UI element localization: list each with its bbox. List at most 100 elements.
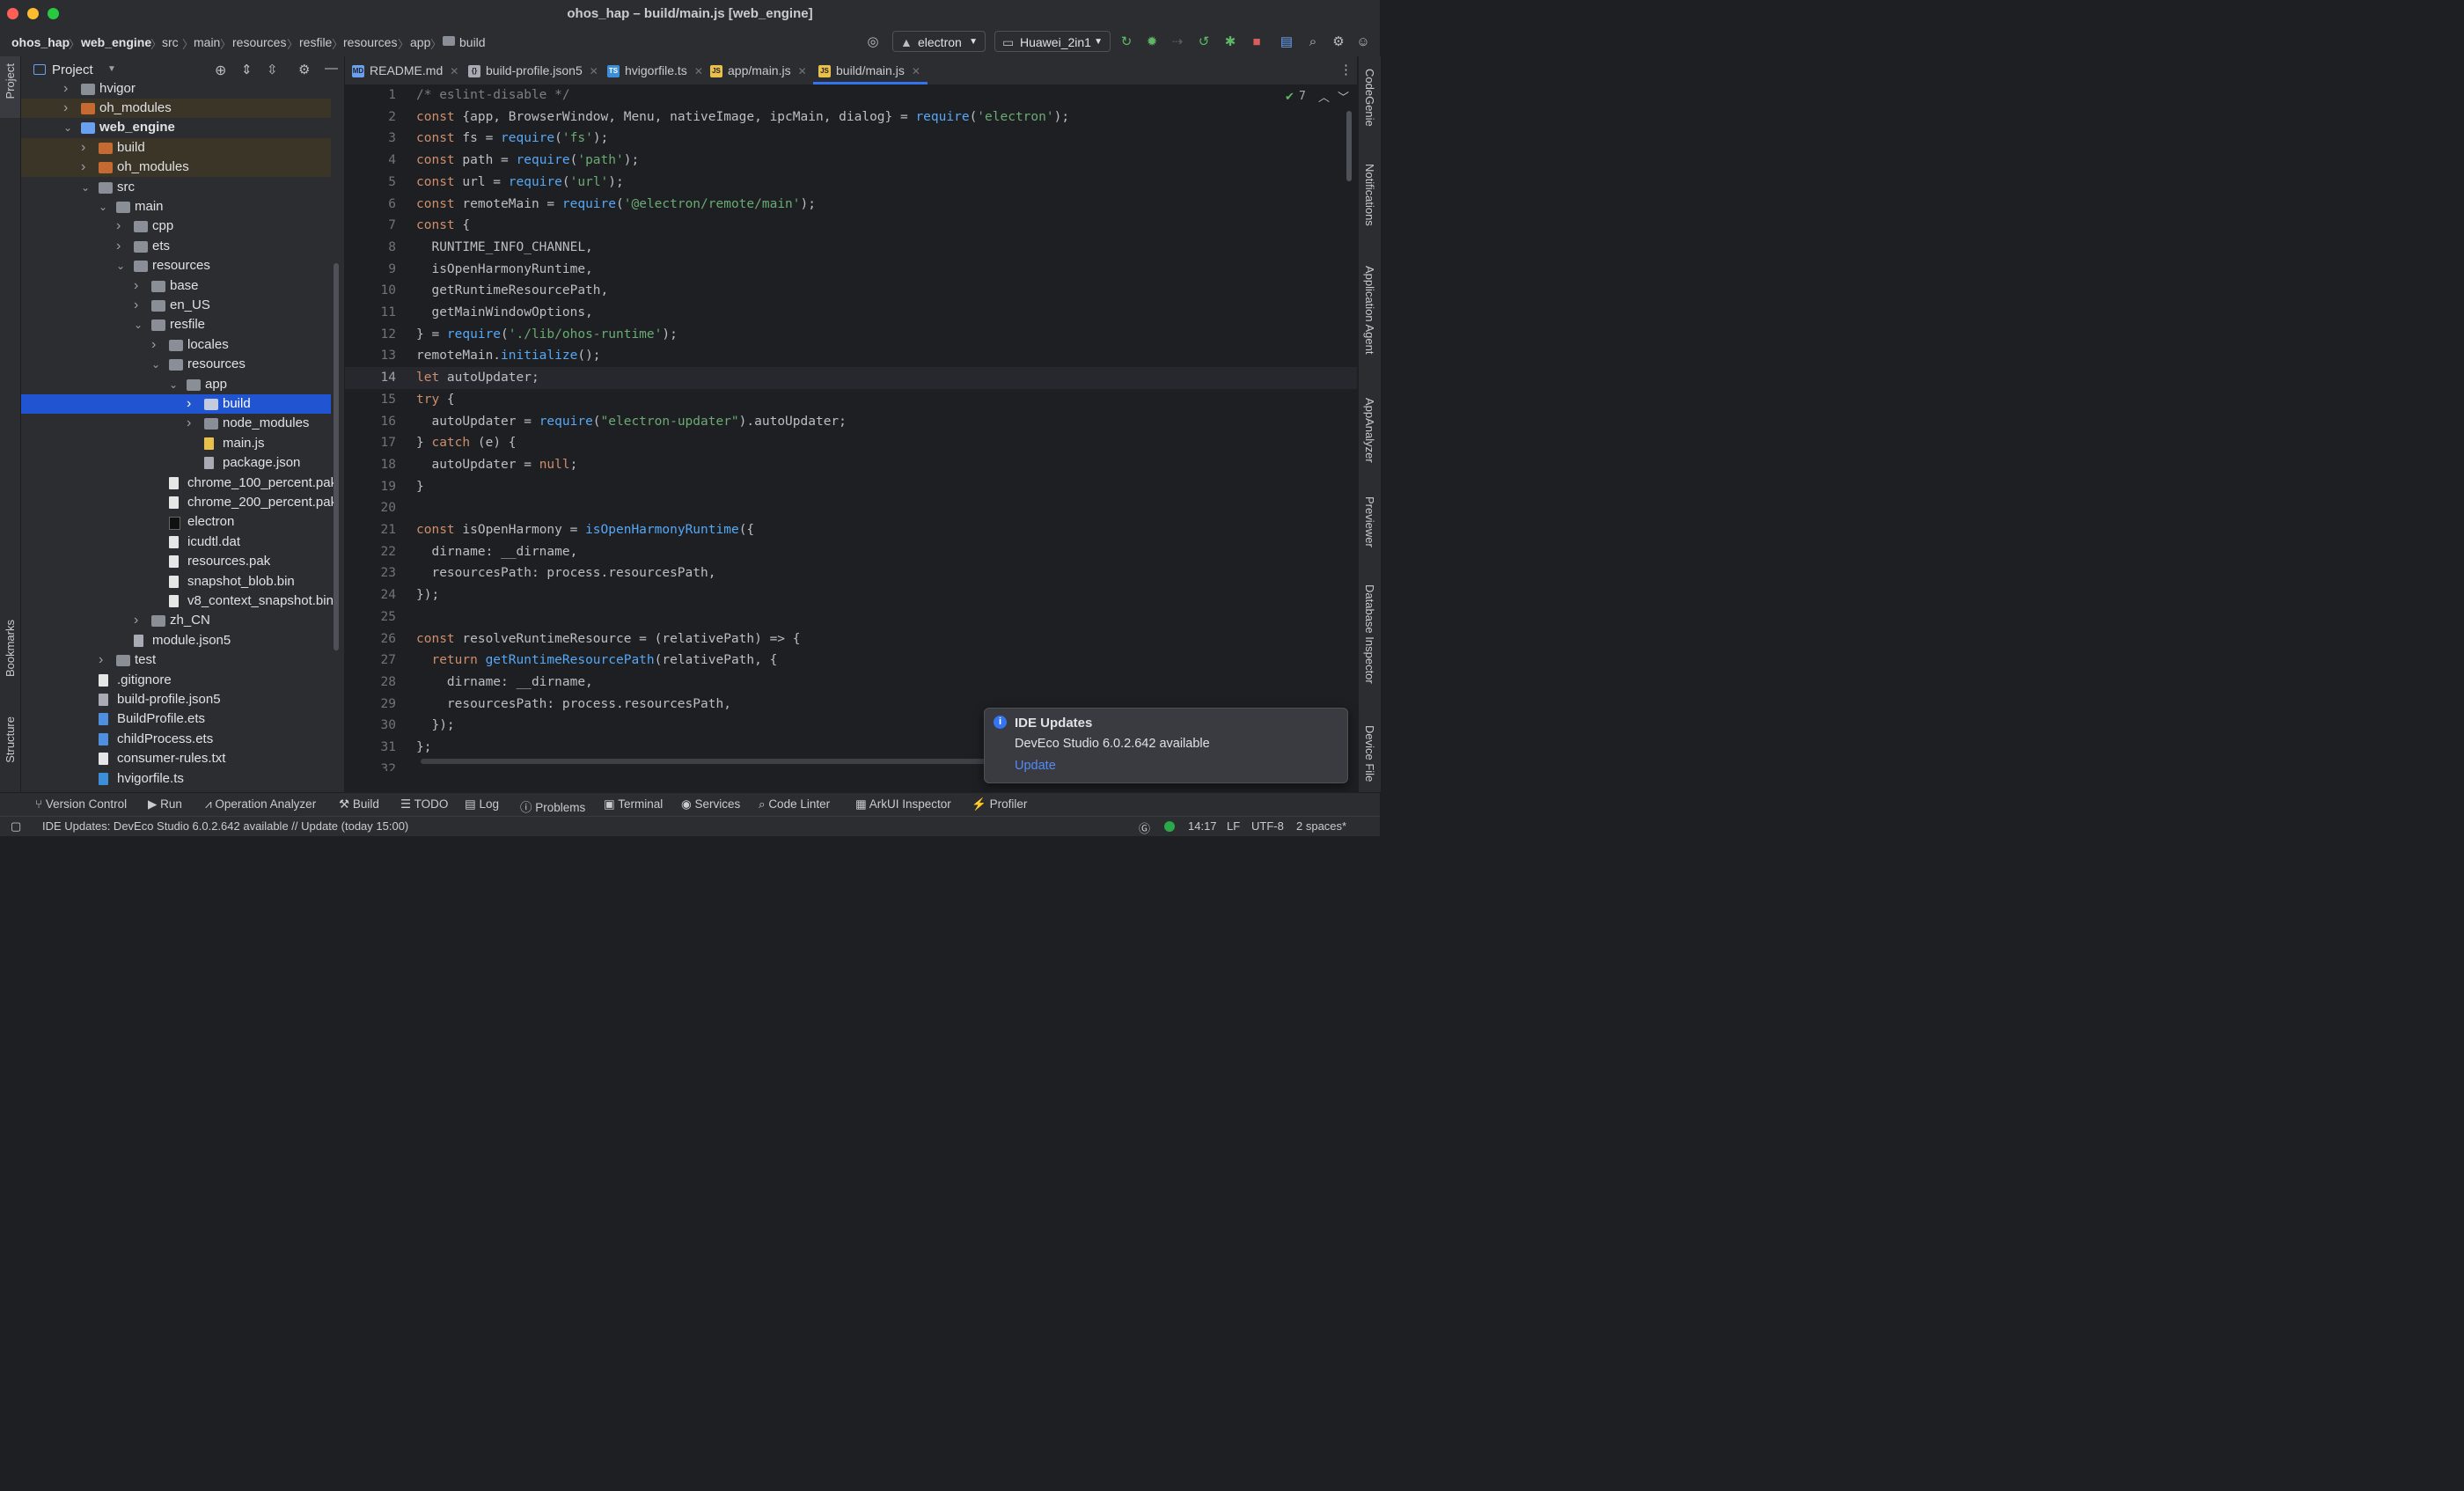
tool-problems[interactable]: ⓘ Problems: [520, 797, 585, 815]
tree-item[interactable]: ⌄ main: [21, 197, 331, 217]
status-message[interactable]: IDE Updates: DevEco Studio 6.0.2.642 ava…: [42, 819, 408, 833]
code-line[interactable]: 8 RUNTIME_INFO_CHANNEL,: [345, 237, 1357, 259]
tree-item[interactable]: resources.pak: [21, 552, 331, 571]
inspection-count[interactable]: 7: [1299, 90, 1306, 103]
tree-item[interactable]: › ets: [21, 237, 331, 256]
close-icon[interactable]: ✕: [912, 65, 920, 77]
rerun-icon[interactable]: ↻: [1119, 35, 1133, 49]
close-icon[interactable]: ✕: [450, 65, 458, 77]
tree-item[interactable]: › node_modules: [21, 414, 331, 433]
code-line[interactable]: 18 autoUpdater = null;: [345, 454, 1357, 476]
tab-app-main-js[interactable]: JS app/main.js ✕: [710, 56, 807, 84]
tree-item[interactable]: package.json: [21, 453, 331, 473]
tree-item[interactable]: electron: [21, 512, 331, 532]
tree-item[interactable]: snapshot_blob.bin: [21, 572, 331, 591]
tab-build-profile[interactable]: {} build-profile.json5 ✕: [468, 56, 598, 84]
code-line[interactable]: 15 try {: [345, 389, 1357, 411]
chevron-right-icon[interactable]: ›: [116, 217, 121, 236]
search-icon[interactable]: ⌕: [1306, 35, 1320, 49]
tool-version-control[interactable]: ⑂ Version Control: [35, 797, 127, 811]
tree-item[interactable]: › build: [21, 137, 331, 158]
chevron-down-icon[interactable]: ⌄: [63, 118, 72, 137]
file-encoding[interactable]: UTF-8: [1251, 819, 1284, 833]
breadcrumb-item[interactable]: resources: [343, 35, 397, 49]
code-line[interactable]: 6 const remoteMain = require('@electron/r…: [345, 194, 1357, 216]
project-panel-title[interactable]: Project: [52, 62, 93, 77]
tree-item[interactable]: BuildProfile.ets: [21, 709, 331, 729]
tree-item[interactable]: › hvigor: [21, 79, 331, 99]
tool-tab-previewer[interactable]: Previewer: [1363, 496, 1376, 547]
target-icon[interactable]: ◎: [866, 35, 880, 49]
code-line[interactable]: 2 const {app, BrowserWindow, Menu, native…: [345, 106, 1357, 129]
tab-readme[interactable]: MD README.md ✕: [352, 56, 458, 84]
tree-item[interactable]: build-profile.json5: [21, 690, 331, 709]
tree-item[interactable]: › test: [21, 650, 331, 670]
chevron-right-icon[interactable]: ›: [63, 99, 68, 118]
code-line[interactable]: 7 const {: [345, 215, 1357, 237]
editor-vertical-scrollbar[interactable]: [1346, 111, 1352, 181]
breadcrumb-item[interactable]: resources: [232, 35, 286, 49]
tree-item[interactable]: ⌄ app: [21, 375, 331, 394]
tool-tab-appanalyzer[interactable]: AppAnalyzer: [1363, 398, 1376, 463]
tree-item[interactable]: ⌄ src: [21, 178, 331, 197]
gear-icon[interactable]: ⚙: [298, 62, 310, 77]
gear-icon[interactable]: ⚙: [1331, 35, 1346, 49]
code-line[interactable]: 23 resourcesPath: process.resourcesPath,: [345, 562, 1357, 584]
chevron-down-icon[interactable]: ▼: [107, 64, 116, 74]
tree-item[interactable]: › build: [21, 393, 331, 415]
tool-build[interactable]: ⚒ Build: [339, 797, 379, 812]
code-line[interactable]: 5 const url = require('url');: [345, 172, 1357, 194]
close-icon[interactable]: ✕: [694, 65, 703, 77]
code-line[interactable]: 20: [345, 497, 1357, 519]
tree-item[interactable]: childProcess.ets: [21, 730, 331, 749]
code-line[interactable]: 3 const fs = require('fs');: [345, 128, 1357, 150]
caret-position[interactable]: 14:17: [1188, 819, 1217, 833]
chevron-right-icon[interactable]: ›: [187, 414, 191, 433]
apply-changes-icon[interactable]: ↺: [1197, 35, 1211, 49]
code-line[interactable]: 24});: [345, 584, 1357, 606]
tree-item[interactable]: ⌄ resources: [21, 256, 331, 275]
close-icon[interactable]: ✕: [590, 65, 598, 77]
tool-tab-structure[interactable]: Structure: [4, 716, 17, 763]
code-line[interactable]: 28 dirname: __dirname,: [345, 672, 1357, 694]
chevron-right-icon[interactable]: ›: [81, 158, 85, 177]
chevron-down-icon[interactable]: ﹀: [1338, 88, 1349, 105]
code-line[interactable]: 17} catch (e) {: [345, 432, 1357, 454]
tree-item[interactable]: ⌄ resfile: [21, 315, 331, 334]
line-separator[interactable]: LF: [1227, 819, 1240, 833]
code-line[interactable]: 4 const path = require('path');: [345, 150, 1357, 172]
debug-icon[interactable]: ✹: [1145, 35, 1159, 49]
tab-hvigorfile[interactable]: TS hvigorfile.ts ✕: [607, 56, 703, 84]
tree-scrollbar[interactable]: [334, 263, 339, 650]
code-line[interactable]: 27 return getRuntimeResourcePath(relativ…: [345, 650, 1357, 672]
code-line[interactable]: 19}: [345, 476, 1357, 498]
chevron-right-icon[interactable]: ›: [134, 611, 138, 630]
code-line[interactable]: 16 autoUpdater = require("electron-updat…: [345, 411, 1357, 433]
tool-operation-analyzer[interactable]: ⩘ Operation Analyzer: [205, 797, 316, 812]
account-icon[interactable]: ☺: [1356, 35, 1370, 49]
expand-all-icon[interactable]: ⇕: [241, 62, 253, 77]
chevron-right-icon[interactable]: ›: [187, 394, 191, 414]
status-indicator-icon[interactable]: [1164, 821, 1175, 832]
code-line[interactable]: 13 remoteMain.initialize();: [345, 345, 1357, 367]
breadcrumb-item[interactable]: main: [194, 35, 220, 49]
chevron-right-icon[interactable]: ›: [116, 237, 121, 256]
tree-item[interactable]: › en_US: [21, 296, 331, 315]
code-line[interactable]: 14 let autoUpdater;: [345, 367, 1357, 389]
chevron-right-icon[interactable]: ›: [99, 650, 103, 670]
code-line[interactable]: 11 getMainWindowOptions,: [345, 302, 1357, 324]
minimize-panel-icon[interactable]: —: [325, 61, 338, 76]
chevron-down-icon[interactable]: ⌄: [81, 178, 90, 197]
device-dropdown[interactable]: ▭ Huawei_2in1 ▼: [994, 31, 1111, 52]
tree-item[interactable]: .gitignore: [21, 671, 331, 690]
collapse-all-icon[interactable]: ⇳: [267, 62, 278, 77]
code-line[interactable]: 21 const isOpenHarmony = isOpenHarmonyRun…: [345, 519, 1357, 541]
tree-item[interactable]: chrome_200_percent.pak: [21, 493, 337, 512]
code-line[interactable]: 1 /* eslint-disable */: [345, 84, 1357, 106]
chevron-down-icon[interactable]: ⌄: [169, 375, 178, 394]
tool-tab-bookmarks[interactable]: Bookmarks: [4, 620, 17, 677]
tool-tab-notifications[interactable]: Notifications: [1363, 164, 1376, 226]
breadcrumb-item[interactable]: app: [410, 35, 430, 49]
tab-build-main-js[interactable]: JS build/main.js ✕: [813, 56, 928, 84]
chevron-up-icon[interactable]: ︿: [1318, 88, 1330, 105]
